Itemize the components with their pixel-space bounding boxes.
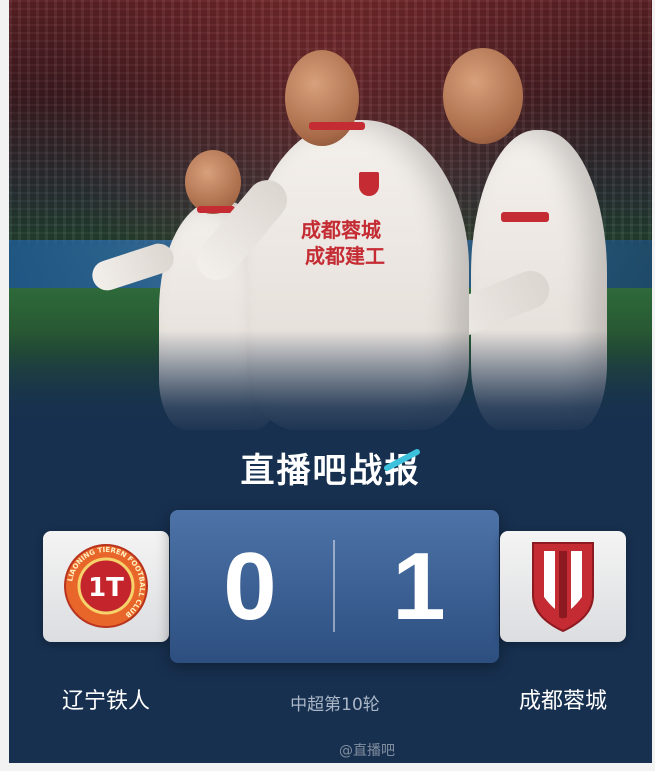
player-left-head	[185, 150, 241, 214]
player-right-sleeve-stripe	[501, 212, 549, 222]
away-score: 1	[392, 533, 446, 640]
score-panel: 0 1	[170, 510, 499, 663]
liaoning-tieren-crest-icon: 1T LIAONING TIEREN FOOTBALL CLUB	[64, 544, 148, 628]
brand-title: 直播吧战报	[9, 443, 652, 492]
match-report-card: 成都蓉城 成都建工 直播吧战报 1T LIAONING TIEREN FOOTB…	[9, 0, 652, 763]
match-round: 中超第10轮	[290, 695, 380, 715]
home-score: 0	[223, 533, 277, 640]
score-divider	[333, 540, 335, 632]
brand-title-text: 直播吧战报	[240, 451, 421, 491]
jersey-sponsor-line1: 成都蓉城	[301, 218, 381, 242]
home-team-logo: 1T LIAONING TIEREN FOOTBALL CLUB	[43, 531, 169, 642]
watermark: @直播吧	[339, 743, 395, 759]
home-team-name: 辽宁铁人	[61, 689, 150, 714]
chengdu-rongcheng-crest-icon	[532, 542, 594, 633]
player-center-head	[285, 50, 359, 146]
player-center-collar	[309, 122, 365, 130]
photo-fade	[9, 330, 652, 440]
away-team-logo	[500, 531, 626, 642]
away-team-name: 成都蓉城	[518, 689, 607, 714]
player-right-head	[443, 48, 523, 144]
jersey-sponsor-line2: 成都建工	[305, 244, 385, 268]
crest-center-text: 1T	[88, 573, 124, 603]
player-center-crest	[359, 172, 379, 196]
